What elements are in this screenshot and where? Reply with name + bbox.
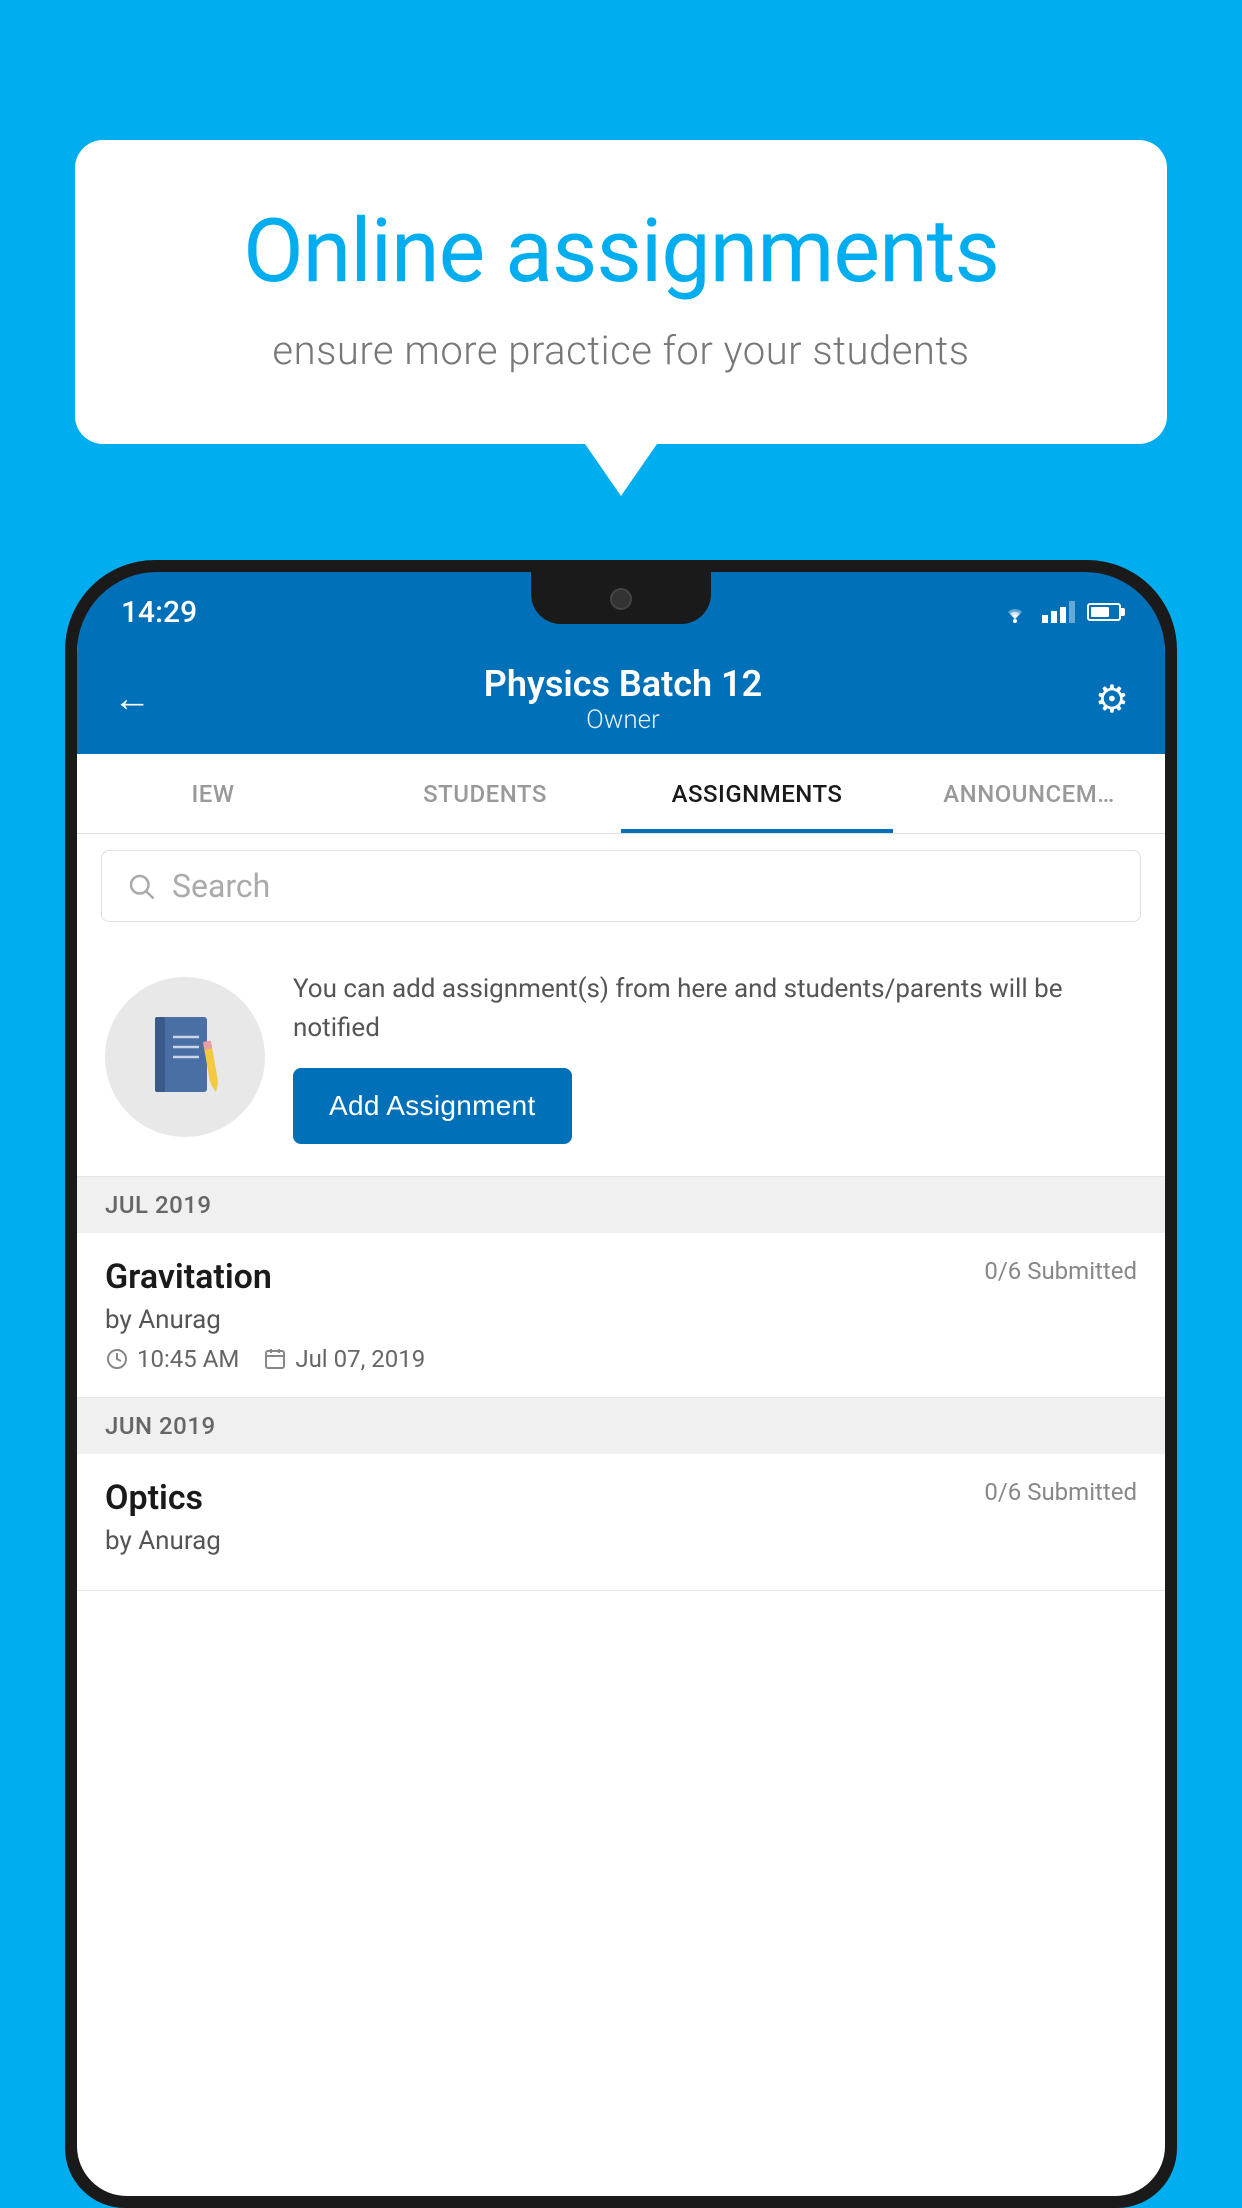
wifi-icon (1000, 601, 1030, 623)
promo-content: You can add assignment(s) from here and … (293, 970, 1137, 1144)
settings-button[interactable]: ⚙ (1095, 677, 1129, 722)
signal-icon (1042, 601, 1075, 623)
back-button[interactable]: ← (113, 677, 151, 721)
assignment-name-optics: Optics (105, 1478, 203, 1518)
speech-bubble-container: Online assignments ensure more practice … (75, 140, 1167, 444)
camera (610, 588, 632, 610)
header-center: Physics Batch 12 Owner (484, 663, 762, 735)
promo-section: You can add assignment(s) from here and … (77, 938, 1165, 1177)
assignment-time: 10:45 AM (105, 1345, 239, 1373)
assignment-date: Jul 07, 2019 (263, 1345, 425, 1373)
app-header: ← Physics Batch 12 Owner ⚙ (77, 644, 1165, 754)
speech-bubble-title: Online assignments (145, 200, 1097, 303)
assignment-time-value: 10:45 AM (137, 1345, 239, 1373)
tab-students[interactable]: STUDENTS (349, 754, 621, 833)
notebook-icon (145, 1012, 225, 1102)
assignment-top: Gravitation 0/6 Submitted (105, 1257, 1137, 1297)
battery-icon (1087, 603, 1121, 621)
speech-bubble: Online assignments ensure more practice … (75, 140, 1167, 444)
clock-icon (105, 1347, 129, 1371)
assignment-submitted-gravitation: 0/6 Submitted (984, 1257, 1137, 1285)
calendar-icon (263, 1347, 287, 1371)
search-input-container[interactable]: Search (101, 850, 1141, 922)
status-time: 14:29 (121, 587, 197, 630)
header-subtitle: Owner (484, 705, 762, 735)
assignment-item-optics[interactable]: Optics 0/6 Submitted by Anurag (77, 1454, 1165, 1591)
tab-announcements[interactable]: ANNOUNCEM… (893, 754, 1165, 833)
promo-icon-circle (105, 977, 265, 1137)
status-icons (1000, 593, 1121, 623)
header-title: Physics Batch 12 (484, 663, 762, 705)
assignment-submitted-optics: 0/6 Submitted (984, 1478, 1137, 1506)
assignment-top-optics: Optics 0/6 Submitted (105, 1478, 1137, 1518)
speech-bubble-subtitle: ensure more practice for your students (145, 327, 1097, 374)
assignment-author-gravitation: by Anurag (105, 1305, 1137, 1335)
search-icon (126, 871, 156, 901)
phone-notch (531, 572, 711, 624)
tab-assignments[interactable]: ASSIGNMENTS (621, 754, 893, 833)
promo-text: You can add assignment(s) from here and … (293, 970, 1137, 1048)
search-bar: Search (77, 834, 1165, 938)
assignment-date-value: Jul 07, 2019 (295, 1345, 425, 1373)
search-placeholder: Search (172, 867, 270, 905)
assignment-item-gravitation[interactable]: Gravitation 0/6 Submitted by Anurag 10:4… (77, 1233, 1165, 1398)
assignment-name-gravitation: Gravitation (105, 1257, 272, 1297)
section-header-jun: JUN 2019 (77, 1398, 1165, 1454)
app-content: ← Physics Batch 12 Owner ⚙ IEW STUDENTS … (77, 644, 1165, 2196)
phone-frame: 14:29 (65, 560, 1177, 2208)
section-header-jul: JUL 2019 (77, 1177, 1165, 1233)
tabs-container: IEW STUDENTS ASSIGNMENTS ANNOUNCEM… (77, 754, 1165, 834)
assignment-author-optics: by Anurag (105, 1526, 1137, 1556)
tab-iew[interactable]: IEW (77, 754, 349, 833)
add-assignment-button[interactable]: Add Assignment (293, 1068, 572, 1144)
phone-inner: 14:29 (77, 572, 1165, 2196)
assignment-meta-gravitation: 10:45 AM Jul 07, 2019 (105, 1345, 1137, 1373)
